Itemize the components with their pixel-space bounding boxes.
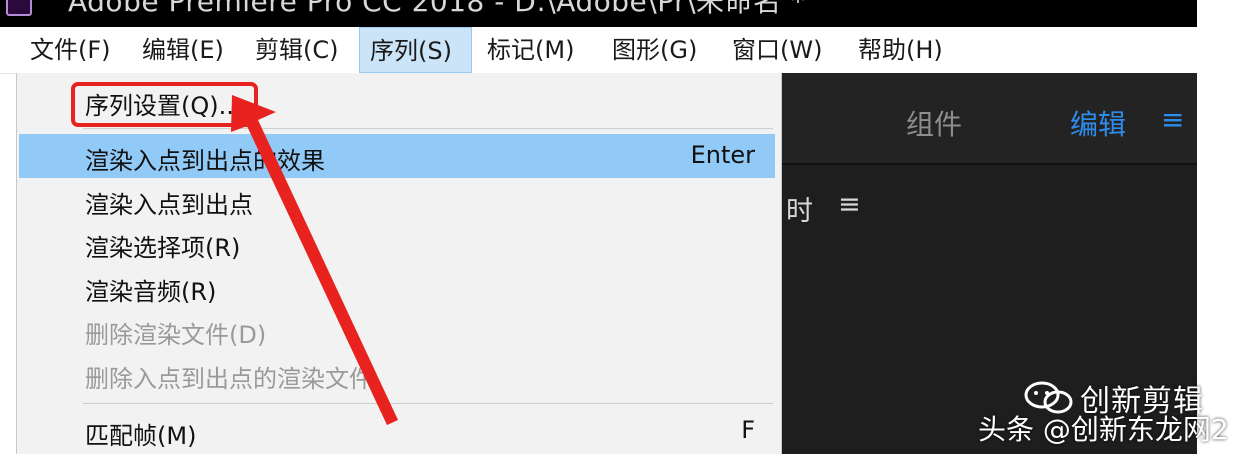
watermark-source: 头条 @创新东龙网2: [978, 413, 1229, 446]
watermark: 创新剪辑 头条 @创新东龙网2: [974, 374, 1240, 454]
